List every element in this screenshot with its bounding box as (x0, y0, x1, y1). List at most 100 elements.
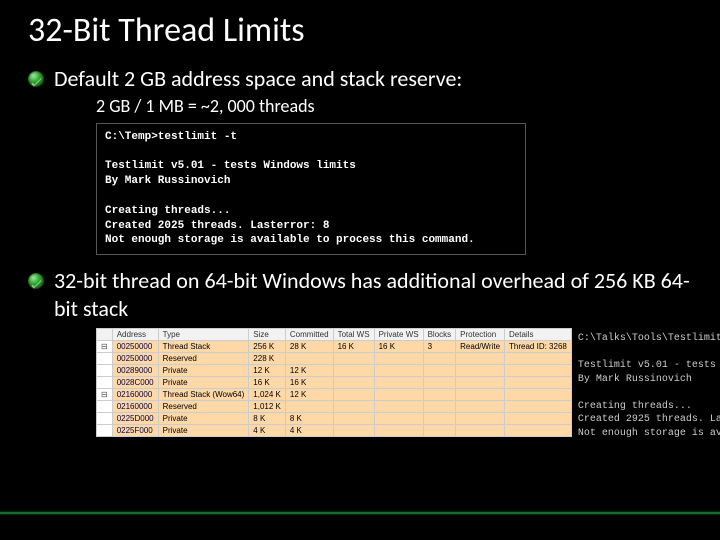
cell: Private (158, 365, 249, 377)
cell: 1,012 K (249, 401, 286, 413)
cell (333, 413, 374, 425)
cell (423, 365, 456, 377)
bullet-2: 32-bit thread on 64-bit Windows has addi… (28, 267, 692, 322)
bullet-1: Default 2 GB address space and stack res… (28, 65, 692, 93)
cell: Thread Stack (158, 341, 249, 353)
cell (423, 353, 456, 365)
cell (456, 377, 505, 389)
cell (333, 389, 374, 401)
cell (456, 401, 505, 413)
cell (456, 365, 505, 377)
cell (505, 365, 572, 377)
cell (97, 425, 113, 437)
col-address: Address (112, 329, 158, 341)
console2-l1: Testlimit v5.01 - tests windows limits (578, 360, 720, 371)
cell (374, 401, 423, 413)
cell: Thread ID: 3268 (505, 341, 572, 353)
bullet-icon (28, 273, 44, 289)
col-tree (97, 329, 113, 341)
cell: 8 K (249, 413, 286, 425)
cell: 4 K (249, 425, 286, 437)
cell (423, 389, 456, 401)
cell (505, 425, 572, 437)
cell (423, 401, 456, 413)
bullet-1-text: Default 2 GB address space and stack res… (54, 65, 462, 93)
cell: 28 K (285, 341, 333, 353)
cell: 12 K (249, 365, 286, 377)
cell: 12 K (285, 389, 333, 401)
cell: 228 K (249, 353, 286, 365)
subbullet-1: 2 GB / 1 MB = ~2, 000 threads (96, 95, 692, 117)
row-memtable-console: Address Type Size Committed Total WS Pri… (96, 328, 692, 444)
bullet-2-text: 32-bit thread on 64-bit Windows has addi… (54, 267, 692, 322)
slide-title: 32-Bit Thread Limits (28, 10, 692, 51)
col-totalws: Total WS (333, 329, 374, 341)
cell (97, 365, 113, 377)
cell: 0225F000 (112, 425, 158, 437)
cell: 02160000 (112, 389, 158, 401)
col-committed: Committed (285, 329, 333, 341)
cell (97, 413, 113, 425)
col-type: Type (158, 329, 249, 341)
cell: Thread Stack (Wow64) (158, 389, 249, 401)
cell (97, 353, 113, 365)
col-details: Details (505, 329, 572, 341)
slide: 32-Bit Thread Limits Default 2 GB addres… (0, 0, 720, 540)
cell: 3 (423, 341, 456, 353)
cell (333, 365, 374, 377)
cell: 00250000 (112, 341, 158, 353)
table-row: 00289000Private12 K12 K (97, 365, 572, 377)
col-privatews: Private WS (374, 329, 423, 341)
table-row: 00250000Reserved228 K (97, 353, 572, 365)
table-row: ⊟00250000Thread Stack256 K28 K16 K16 K3R… (97, 341, 572, 353)
cell: Read/Write (456, 341, 505, 353)
cell (374, 413, 423, 425)
cell: Reserved (158, 353, 249, 365)
cell: 02160000 (112, 401, 158, 413)
cell: 0028C000 (112, 377, 158, 389)
table-row: 02160000Reserved1,012 K (97, 401, 572, 413)
cell: Reserved (158, 401, 249, 413)
cell (374, 389, 423, 401)
table-row: 0225F000Private4 K4 K (97, 425, 572, 437)
memory-table-header: Address Type Size Committed Total WS Pri… (97, 329, 572, 341)
cell (285, 353, 333, 365)
cell: 256 K (249, 341, 286, 353)
console1-l1: Testlimit v5.01 - tests Windows limits (105, 160, 356, 172)
cell (456, 425, 505, 437)
cell: 16 K (333, 341, 374, 353)
cell: 16 K (249, 377, 286, 389)
cell (423, 377, 456, 389)
table-row: ⊟02160000Thread Stack (Wow64)1,024 K12 K (97, 389, 572, 401)
cell: 1,024 K (249, 389, 286, 401)
cell (423, 413, 456, 425)
memory-table: Address Type Size Committed Total WS Pri… (96, 328, 572, 437)
cell (423, 425, 456, 437)
decorative-divider (0, 510, 720, 516)
cell: Private (158, 413, 249, 425)
console1-l4: Created 2025 threads. Lasterror: 8 (105, 220, 329, 232)
console2-l5: Not enough storage is available to proce… (578, 428, 720, 439)
cell (505, 389, 572, 401)
cell (333, 425, 374, 437)
cell (285, 401, 333, 413)
cell (456, 353, 505, 365)
console2-l4: Created 2925 threads. Lasterror: 8 (578, 414, 720, 425)
cell: 00289000 (112, 365, 158, 377)
cell (374, 353, 423, 365)
cell (456, 413, 505, 425)
console-output-1: C:\Temp>testlimit -t Testlimit v5.01 - t… (96, 123, 526, 256)
console1-l3: Creating threads... (105, 205, 230, 217)
bullet-icon (28, 71, 44, 87)
cell (97, 401, 113, 413)
col-size: Size (249, 329, 286, 341)
cell: 16 K (374, 341, 423, 353)
cell (505, 377, 572, 389)
col-protection: Protection (456, 329, 505, 341)
console-output-2: C:\Talks\Tools\Testlimit\Release>testlim… (572, 328, 720, 444)
cell (333, 377, 374, 389)
console2-l3: Creating threads... (578, 401, 692, 412)
cell (456, 389, 505, 401)
col-blocks: Blocks (423, 329, 456, 341)
cell (333, 353, 374, 365)
